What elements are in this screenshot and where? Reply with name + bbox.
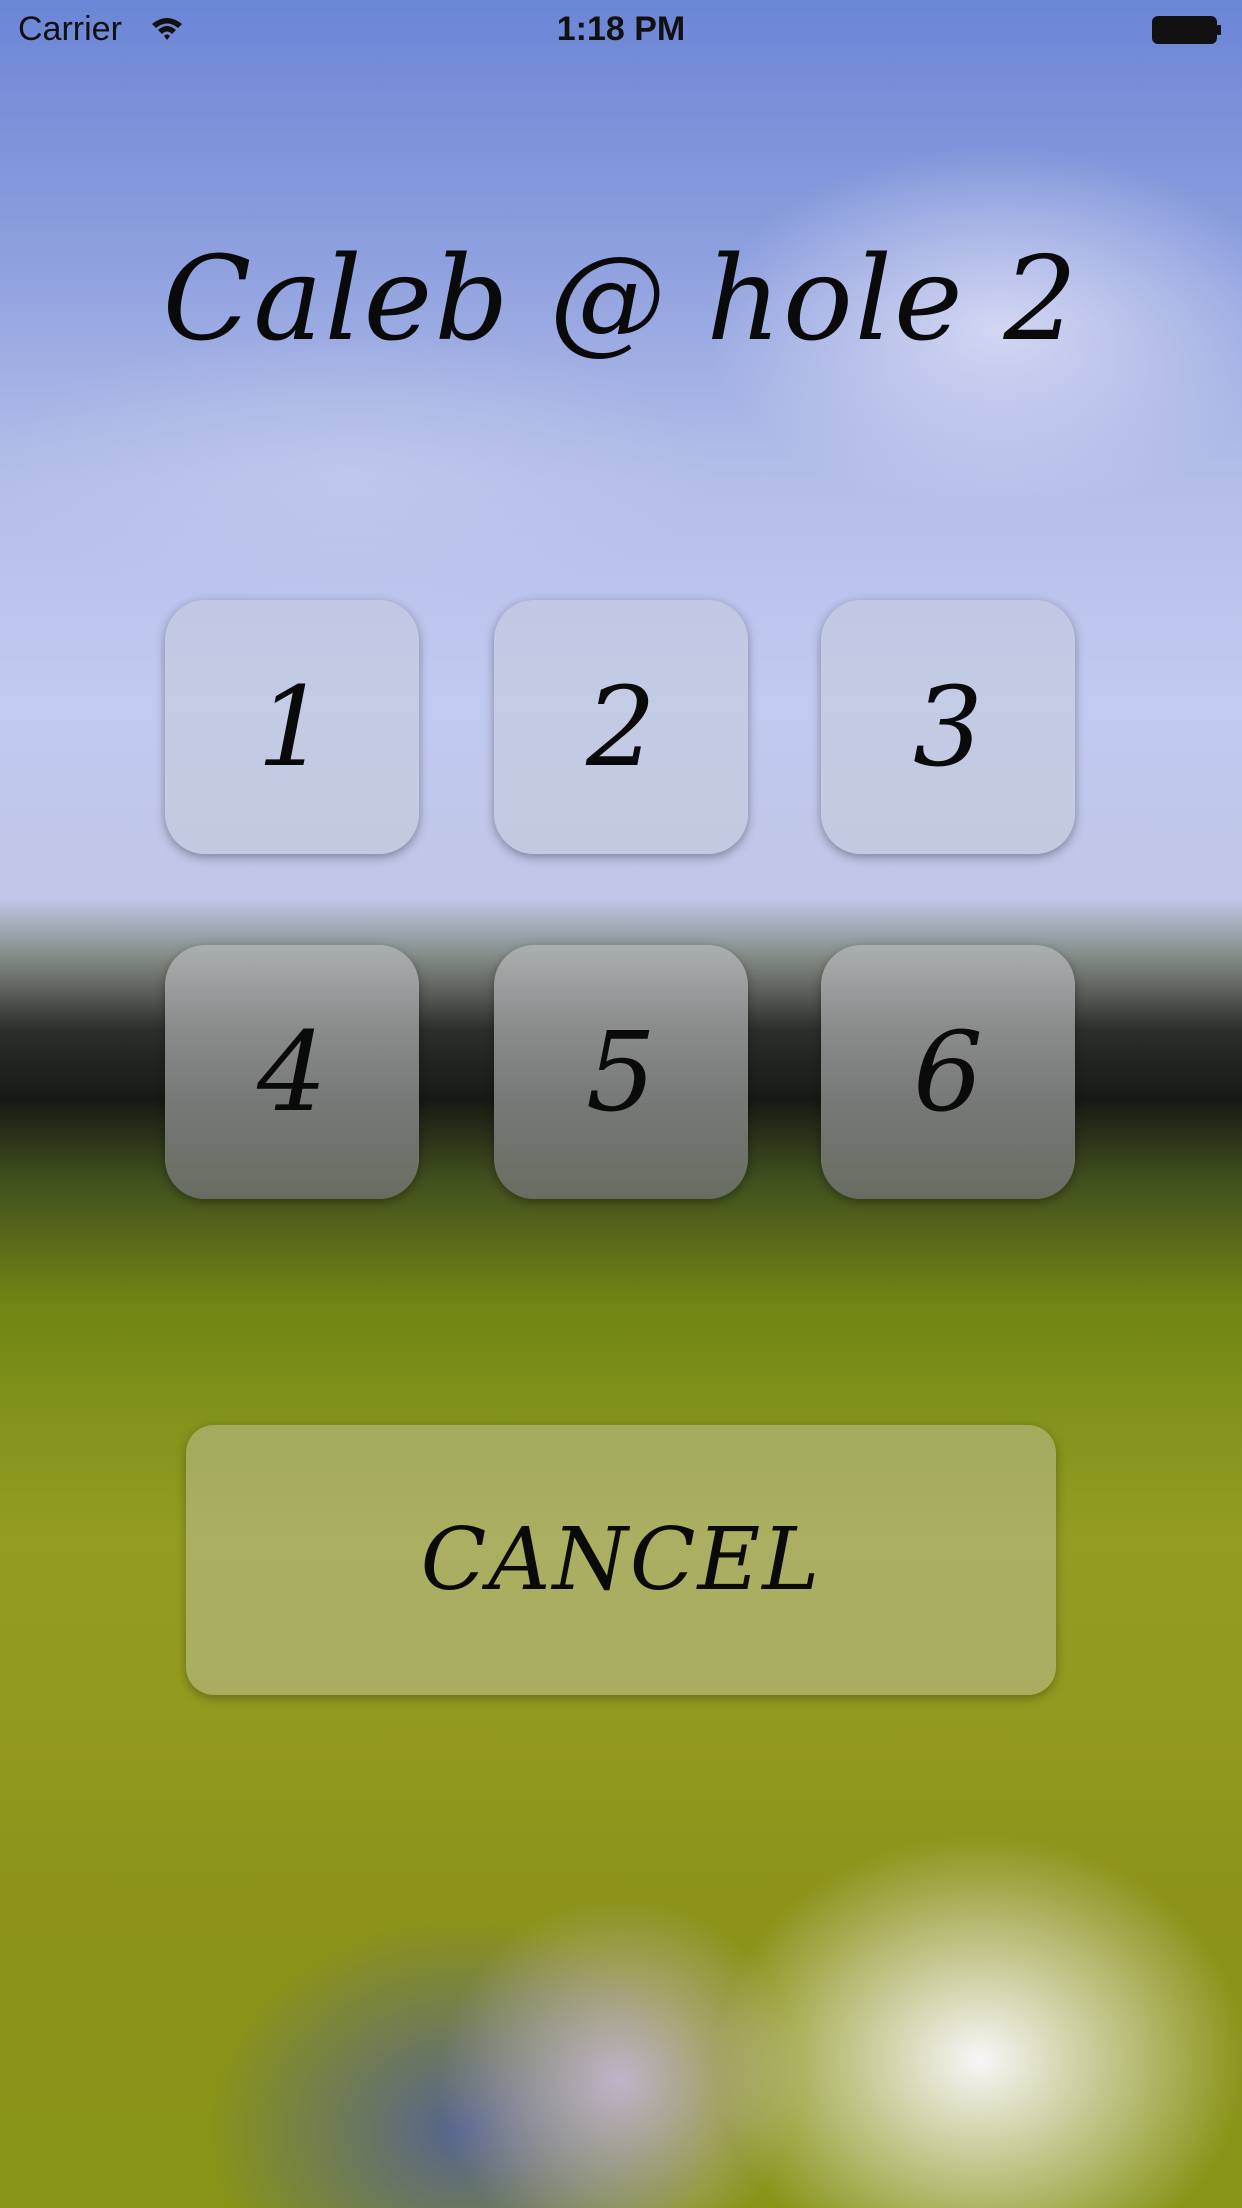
key-1-button[interactable]: 1 bbox=[165, 600, 419, 854]
key-4-button[interactable]: 4 bbox=[165, 945, 419, 1199]
page-title: Caleb @ hole 2 bbox=[162, 232, 1080, 367]
battery-icon bbox=[1152, 16, 1222, 44]
status-time: 1:18 PM bbox=[556, 10, 686, 48]
cancel-button[interactable]: CANCEL bbox=[186, 1425, 1056, 1695]
key-2-button[interactable]: 2 bbox=[494, 600, 748, 854]
key-3-button[interactable]: 3 bbox=[821, 600, 1075, 854]
key-5-button[interactable]: 5 bbox=[494, 945, 748, 1199]
key-6-button[interactable]: 6 bbox=[821, 945, 1075, 1199]
status-bar: Carrier 1:18 PM bbox=[0, 0, 1242, 60]
